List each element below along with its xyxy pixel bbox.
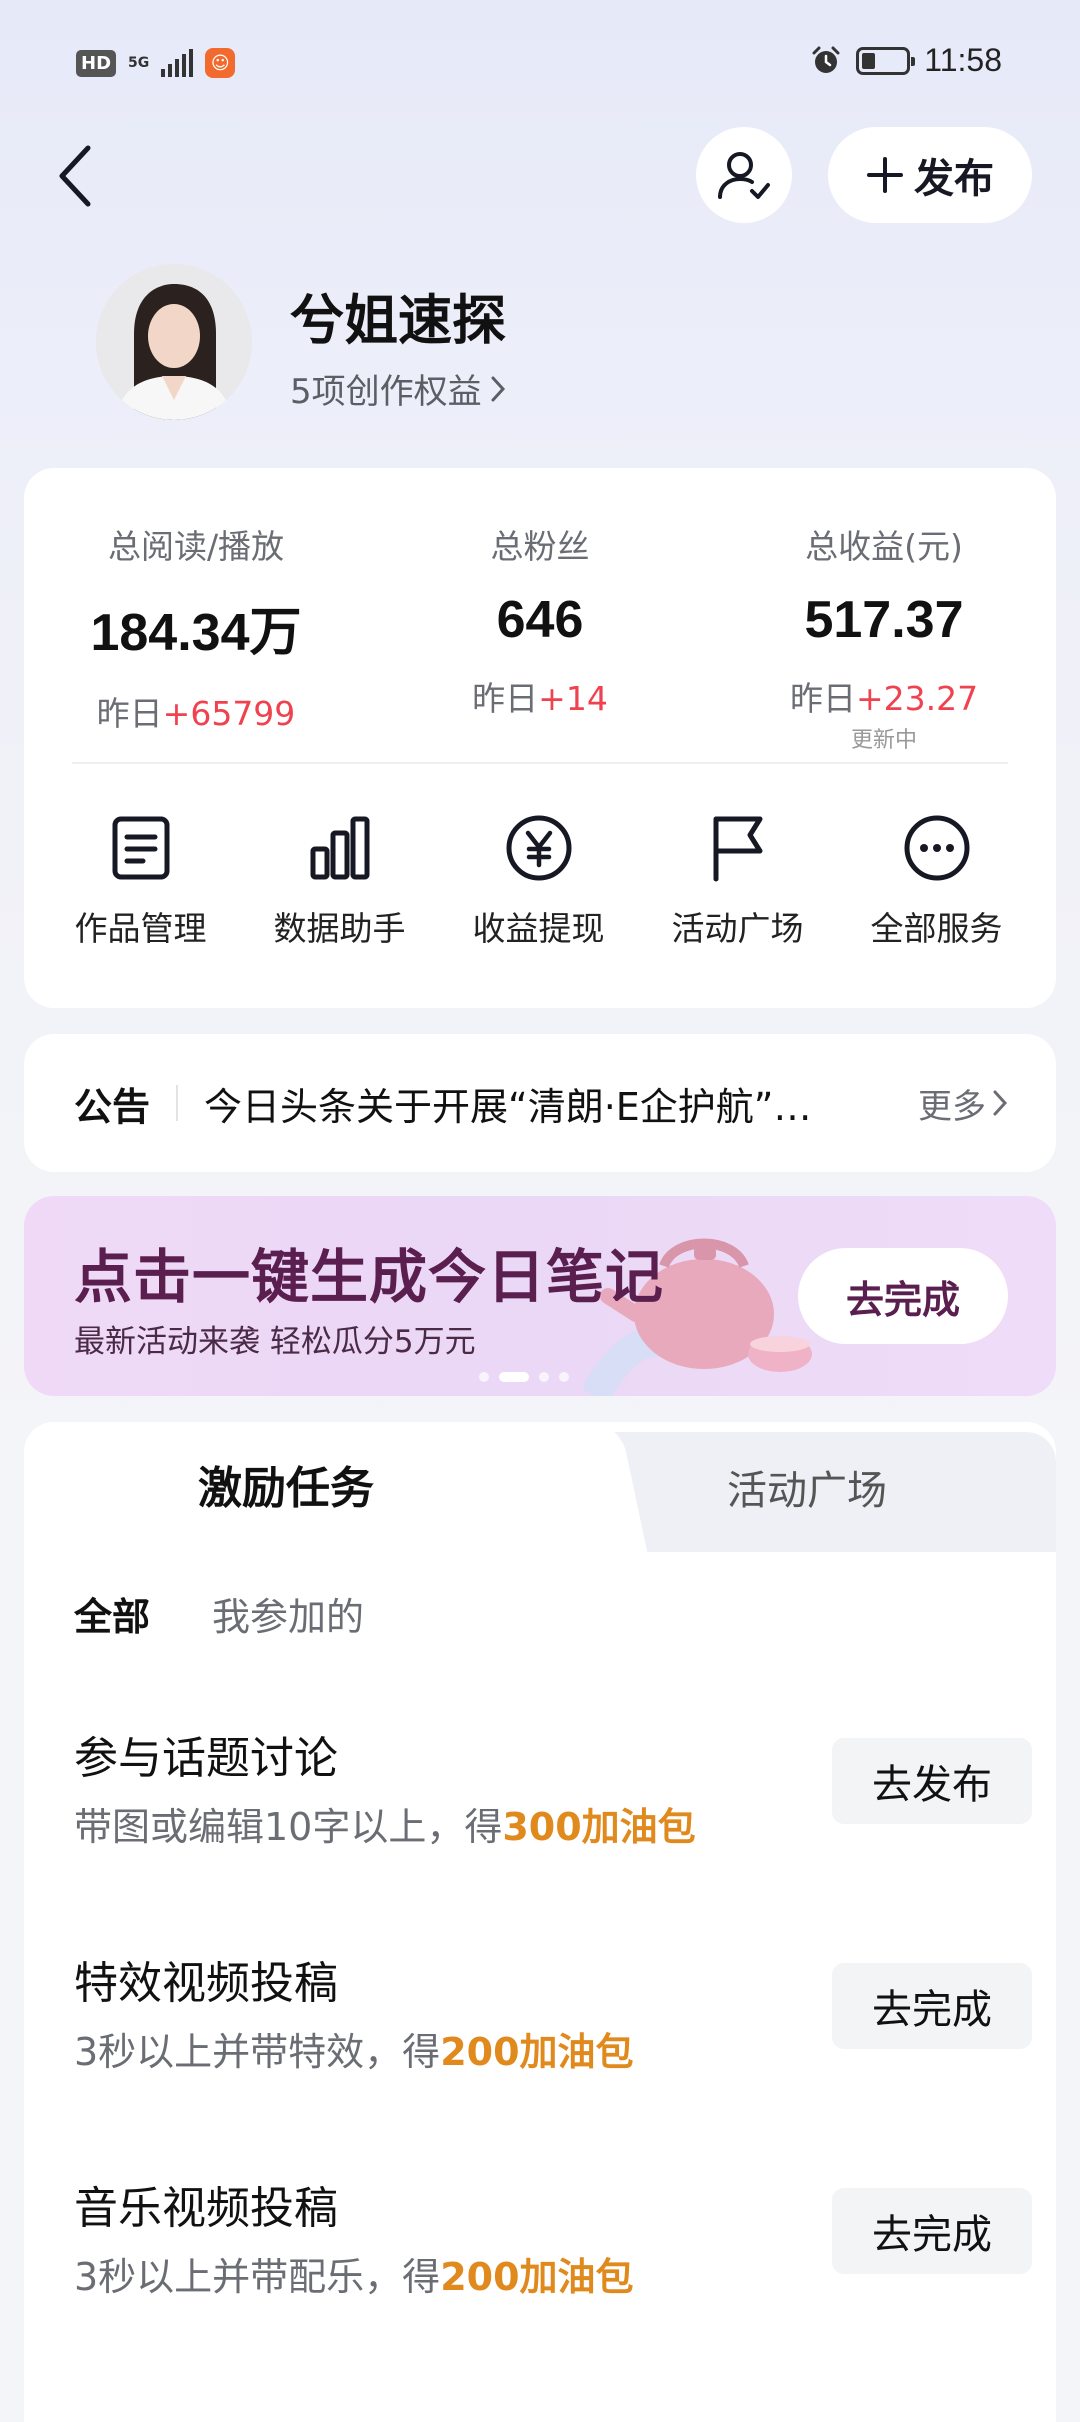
banner-title: 点击一键生成今日笔记 <box>74 1243 665 1311</box>
task-action-button[interactable]: 去完成 <box>832 2188 1032 2274</box>
carousel-dot <box>479 1372 489 1382</box>
promo-banner[interactable]: 点击一键生成今日笔记 最新活动来袭 轻松瓜分5万元 去完成 <box>24 1196 1056 1396</box>
divider <box>176 1085 179 1121</box>
alarm-icon <box>812 46 840 73</box>
service-label: 数据助手 <box>273 909 406 948</box>
task-description: 3秒以上并带配乐，得200加油包 <box>74 2255 634 2299</box>
clock: 11:58 <box>924 42 1002 78</box>
yuan-icon <box>506 815 571 881</box>
carousel-dot <box>539 1372 549 1382</box>
more-label: 更多 <box>918 1086 986 1127</box>
hd-badge: HD <box>76 49 117 77</box>
profile-name: 兮姐速探 <box>290 289 506 352</box>
more-icon <box>904 815 969 881</box>
stat-delta: 昨日+14 <box>472 679 608 718</box>
plus-icon <box>867 157 903 193</box>
banner-subtitle: 最新活动来袭 轻松瓜分5万元 <box>74 1324 476 1360</box>
service-all-services[interactable]: 全部服务 <box>837 808 1036 950</box>
task-description: 3秒以上并带特效，得200加油包 <box>74 2030 634 2074</box>
document-icon <box>112 816 169 880</box>
service-label: 作品管理 <box>74 909 207 948</box>
avatar[interactable] <box>96 264 252 420</box>
task-description: 带图或编辑10字以上，得300加油包 <box>74 1805 696 1849</box>
bar-chart-icon <box>310 816 369 880</box>
stat-value: 517.37 <box>804 591 964 649</box>
stat-value: 646 <box>496 591 584 649</box>
stat-label: 总粉丝 <box>490 527 590 566</box>
avatar-image <box>96 264 252 420</box>
divider <box>72 762 1008 764</box>
stat-total-income[interactable]: 总收益(元) 517.37 昨日+23.27 更新中 <box>712 520 1056 754</box>
service-label: 全部服务 <box>870 909 1003 948</box>
announcement-bar[interactable]: 公告 今日头条关于开展“清朗·E企护航”… 更多 <box>24 1034 1056 1172</box>
tab-incentive-tasks[interactable]: 激励任务 <box>198 1452 374 1516</box>
service-income-withdraw[interactable]: 收益提现 <box>439 808 638 950</box>
chevron-right-icon <box>993 1090 1008 1116</box>
task-title: 特效视频投稿 <box>74 1958 338 2009</box>
status-bar: HD 5G ☺ 11:58 <box>0 0 1080 130</box>
stat-delta: 昨日+65799 <box>96 694 296 733</box>
tab-activity-square[interactable]: 活动广场 <box>727 1458 887 1516</box>
filter-all[interactable]: 全部 <box>74 1586 150 1641</box>
task-action-button[interactable]: 去完成 <box>832 1963 1032 2049</box>
user-check-icon <box>718 152 770 199</box>
task-item: 音乐视频投稿 3秒以上并带配乐，得200加油包 去完成 <box>74 2172 1032 2312</box>
creator-rights-link[interactable]: 5项创作权益 <box>290 364 506 413</box>
carousel-dot <box>499 1372 529 1382</box>
back-button[interactable] <box>46 140 106 212</box>
carousel-dot <box>559 1372 569 1382</box>
service-activity-square[interactable]: 活动广场 <box>638 808 837 950</box>
tasks-panel: 激励任务 活动广场 全部 我参加的 参与话题讨论 带图或编辑10字以上，得300… <box>24 1422 1056 2422</box>
announcement-text[interactable]: 今日头条关于开展“清朗·E企护航”… <box>204 1076 844 1131</box>
chevron-left-icon <box>59 145 91 207</box>
battery-icon <box>856 46 916 75</box>
services-row: 作品管理 数据助手 收益提现 活动广场 全部服务 <box>24 808 1056 950</box>
service-data-assistant[interactable]: 数据助手 <box>240 808 439 950</box>
stat-value: 184.34万 <box>90 604 302 662</box>
service-label: 活动广场 <box>671 909 804 948</box>
publish-label: 发布 <box>914 156 994 202</box>
announcement-tag: 公告 <box>74 1084 151 1129</box>
filter-joined[interactable]: 我参加的 <box>212 1586 364 1641</box>
app-notification-icon: ☺ <box>205 48 236 78</box>
creator-rights-label: 5项创作权益 <box>290 372 482 412</box>
service-content-management[interactable]: 作品管理 <box>41 808 240 950</box>
task-item: 参与话题讨论 带图或编辑10字以上，得300加油包 去发布 <box>74 1722 1032 1862</box>
stats-card: 总阅读/播放 184.34万 昨日+65799 总粉丝 646 昨日+14 总收… <box>24 468 1056 1008</box>
stat-label: 总阅读/播放 <box>107 527 285 566</box>
task-filters: 全部 我参加的 <box>74 1586 364 1641</box>
stat-total-fans[interactable]: 总粉丝 646 昨日+14 <box>368 520 712 720</box>
task-action-button[interactable]: 去发布 <box>832 1738 1032 1824</box>
publish-button[interactable]: 发布 <box>828 127 1032 223</box>
stat-updating-note: 更新中 <box>850 728 917 753</box>
signal-icon <box>161 49 194 77</box>
account-switch-button[interactable] <box>696 127 792 223</box>
stat-delta: 昨日+23.27 <box>789 679 979 718</box>
stat-label: 总收益(元) <box>805 527 963 566</box>
task-title: 参与话题讨论 <box>74 1733 338 1784</box>
carousel-indicator <box>479 1372 569 1382</box>
service-label: 收益提现 <box>472 909 605 948</box>
flag-icon <box>713 816 762 882</box>
task-title: 音乐视频投稿 <box>74 2183 338 2234</box>
banner-complete-button[interactable]: 去完成 <box>798 1248 1008 1344</box>
stat-total-reads[interactable]: 总阅读/播放 184.34万 昨日+65799 <box>24 520 368 735</box>
announcement-more-link[interactable]: 更多 <box>918 1079 1008 1128</box>
network-type: 5G <box>128 55 150 71</box>
chevron-right-icon <box>491 376 505 401</box>
task-item: 特效视频投稿 3秒以上并带特效，得200加油包 去完成 <box>74 1947 1032 2087</box>
